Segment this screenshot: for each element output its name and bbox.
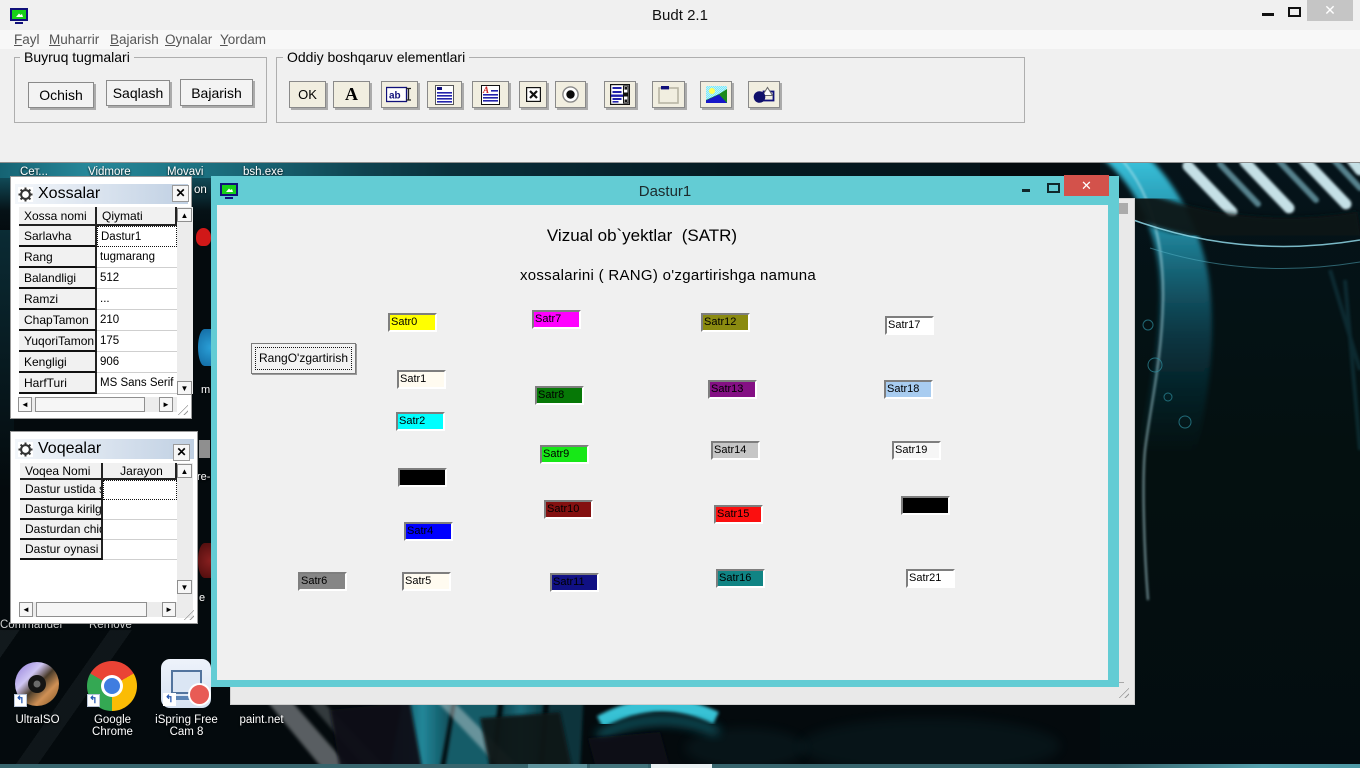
svg-text:ab: ab [389,91,401,102]
svg-text:A: A [482,85,489,95]
